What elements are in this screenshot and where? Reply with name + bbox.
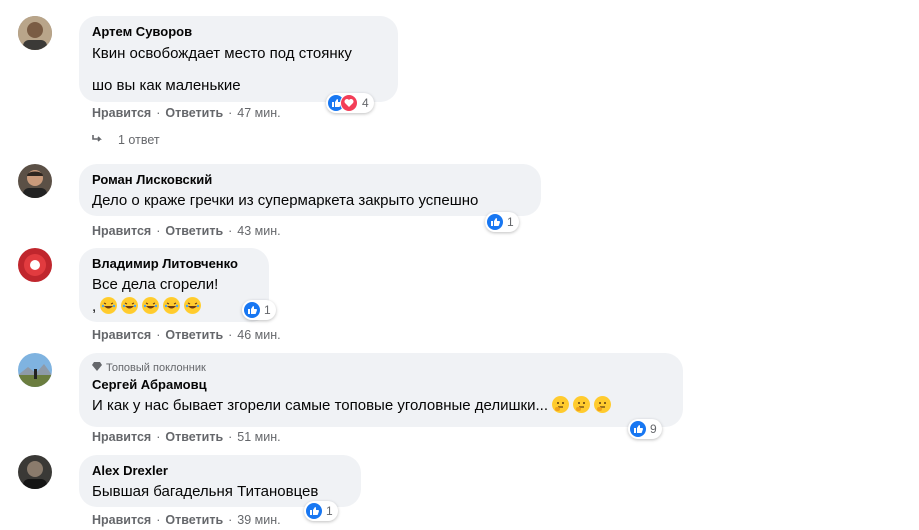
separator: · [228, 106, 233, 120]
reply-button[interactable]: Ответить [165, 430, 223, 444]
avatar[interactable] [18, 455, 52, 489]
comment-timestamp[interactable]: 39 мин. [237, 513, 280, 527]
separator: · [156, 328, 161, 342]
comment-author[interactable]: Владимир Литовченко [92, 256, 256, 272]
like-button[interactable]: Нравится [92, 513, 151, 527]
reaction-count: 4 [362, 96, 369, 110]
comment-text: И как у нас бывает згорели самые топовые… [92, 396, 670, 416]
comment-line: Квин освобождает место под стоянку [92, 45, 352, 62]
diamond-icon [92, 361, 102, 375]
comment-author[interactable]: Роман Лисковский [92, 172, 528, 188]
comment-text: Бывшая багадельня Титановцев [92, 483, 319, 500]
comment-bubble: Владимир Литовченко Все дела сгорели! , [79, 248, 269, 322]
comment-text: Все дела сгорели! , [92, 275, 256, 317]
reaction-summary[interactable]: 1 [485, 212, 519, 232]
separator: · [156, 106, 161, 120]
separator: · [228, 328, 233, 342]
like-reaction-icon [306, 503, 322, 519]
reply-button[interactable]: Ответить [165, 106, 223, 120]
separator: · [228, 224, 233, 238]
like-reaction-icon [487, 214, 503, 230]
reply-button[interactable]: Ответить [165, 513, 223, 527]
like-button[interactable]: Нравится [92, 106, 151, 120]
comment-text: Квин освобождает место под стоянку шо вы… [92, 44, 385, 96]
comment-bubble: Топовый поклонник Сергей Абрамовц И как … [79, 353, 683, 427]
reply-button[interactable]: Ответить [165, 328, 223, 342]
comment-actions: Нравится · Ответить · 39 мин. [92, 513, 281, 527]
comment-bubble: Роман Лисковский Дело о краже гречки из … [79, 164, 541, 216]
avatar[interactable] [18, 16, 52, 50]
comment-timestamp[interactable]: 47 мин. [237, 106, 280, 120]
comment-actions: Нравится · Ответить · 51 мин. [92, 430, 281, 444]
avatar[interactable] [18, 164, 52, 198]
thinking-emoji-icon [594, 396, 612, 413]
replies-count[interactable]: 1 ответ [118, 133, 160, 147]
avatar[interactable] [18, 248, 52, 282]
comment-timestamp[interactable]: 43 мин. [237, 224, 280, 238]
separator: · [156, 430, 161, 444]
laughing-emoji-icon [100, 297, 118, 314]
laughing-emoji-icon [163, 297, 181, 314]
laughing-emoji-icon [121, 297, 139, 314]
reaction-summary[interactable]: 9 [628, 419, 662, 439]
reaction-count: 1 [507, 215, 514, 229]
reaction-count: 1 [264, 303, 271, 317]
like-reaction-icon [630, 421, 646, 437]
reaction-summary[interactable]: 1 [242, 300, 276, 320]
comment-author[interactable]: Сергей Абрамовц [92, 377, 670, 393]
comment-line: Все дела сгорели! [92, 276, 219, 293]
separator: · [228, 430, 233, 444]
separator: · [156, 513, 161, 527]
top-fan-badge[interactable]: Топовый поклонник [92, 361, 670, 375]
like-button[interactable]: Нравится [92, 430, 151, 444]
view-replies[interactable]: 1 ответ [92, 133, 160, 147]
comment-line: , [92, 298, 97, 315]
reply-arrow-icon [92, 133, 104, 147]
comment-bubble: Артем Суворов Квин освобождает место под… [79, 16, 398, 102]
avatar[interactable] [18, 353, 52, 387]
comment-actions: Нравится · Ответить · 43 мин. [92, 224, 281, 238]
like-button[interactable]: Нравится [92, 224, 151, 238]
comment-text: Дело о краже гречки из супермаркета закр… [92, 192, 479, 209]
comment-timestamp[interactable]: 46 мин. [237, 328, 280, 342]
comment-actions: Нравится · Ответить · 46 мин. [92, 328, 281, 342]
love-reaction-icon [340, 94, 358, 112]
separator: · [156, 224, 161, 238]
comment-line: И как у нас бывает згорели самые топовые… [92, 397, 548, 414]
comment-author[interactable]: Артем Суворов [92, 24, 385, 40]
comment-actions: Нравится · Ответить · 47 мин. [92, 106, 281, 120]
reaction-summary[interactable]: 4 [326, 93, 374, 113]
badge-label: Топовый поклонник [106, 362, 206, 374]
comment-author[interactable]: Alex Drexler [92, 463, 348, 479]
laughing-emoji-icon [184, 297, 202, 314]
like-reaction-icon [244, 302, 260, 318]
reply-button[interactable]: Ответить [165, 224, 223, 238]
reaction-summary[interactable]: 1 [304, 501, 338, 521]
laughing-emoji-icon [142, 297, 160, 314]
comment-bubble: Alex Drexler Бывшая багадельня Титановце… [79, 455, 361, 507]
comment-timestamp[interactable]: 51 мин. [237, 430, 280, 444]
reaction-count: 9 [650, 422, 657, 436]
thinking-emoji-icon [552, 396, 570, 413]
emoji-line: , [92, 297, 256, 317]
reaction-count: 1 [326, 504, 333, 518]
separator: · [228, 513, 233, 527]
like-button[interactable]: Нравится [92, 328, 151, 342]
thinking-emoji-icon [573, 396, 591, 413]
